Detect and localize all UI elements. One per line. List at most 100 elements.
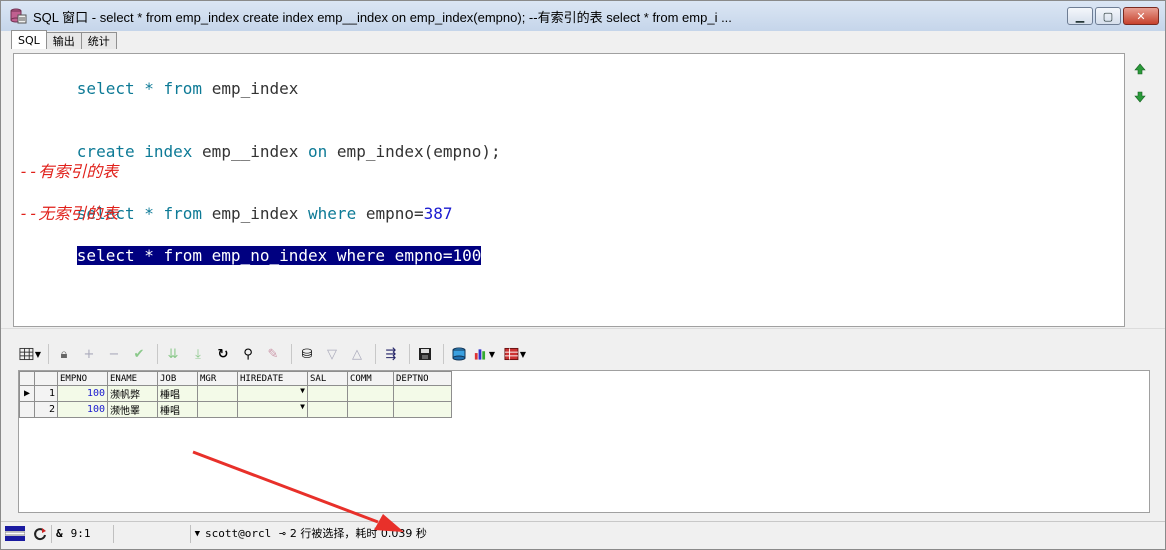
column-header-comm[interactable]: COMM bbox=[347, 371, 394, 386]
export-button[interactable] bbox=[448, 343, 470, 365]
column-header-sal[interactable]: SAL bbox=[307, 371, 348, 386]
cell-comm[interactable] bbox=[347, 401, 394, 418]
last-page-icon: ⤓ bbox=[195, 346, 201, 362]
single-record-view-button[interactable]: ▼ bbox=[504, 343, 526, 365]
arrow-up-icon[interactable] bbox=[1133, 62, 1147, 76]
cell-comm[interactable] bbox=[347, 385, 394, 402]
column-header-deptno[interactable]: DEPTNO bbox=[393, 371, 452, 386]
substitution-variable-indicator[interactable]: & bbox=[52, 525, 67, 543]
cell-deptno[interactable] bbox=[393, 401, 452, 418]
cell-ename[interactable]: 濒帆弊 bbox=[107, 385, 158, 402]
refresh-button[interactable]: ↻ bbox=[212, 343, 234, 365]
cell-sal[interactable] bbox=[307, 401, 348, 418]
column-header-mgr[interactable]: MGR bbox=[197, 371, 238, 386]
filter-icon: ⛁ bbox=[301, 346, 313, 362]
column-header-empno[interactable]: EMPNO bbox=[57, 371, 108, 386]
tab-sql[interactable]: SQL bbox=[11, 30, 47, 49]
fetch-last-button[interactable]: ⤓ bbox=[187, 343, 209, 365]
selected-text: select * from emp_no_index where empno=1… bbox=[76, 246, 482, 265]
cell-mgr[interactable] bbox=[197, 385, 238, 402]
insert-record-button[interactable]: + bbox=[78, 343, 100, 365]
triangle-down-icon: ▽ bbox=[327, 346, 337, 362]
lock-button[interactable]: 🔒︎ bbox=[53, 343, 75, 365]
comment-unindexed-table: --无索引的表 bbox=[19, 204, 119, 223]
clear-button[interactable]: ✎ bbox=[262, 343, 284, 365]
bar-chart-icon bbox=[474, 349, 486, 360]
cell-job[interactable]: 棰唱 bbox=[157, 401, 198, 418]
comment-indexed-table: --有索引的表 bbox=[19, 162, 119, 181]
chevron-down-icon: ▼ bbox=[194, 529, 201, 539]
floppy-icon bbox=[419, 348, 431, 360]
check-icon: ✔ bbox=[133, 346, 145, 362]
window-layout-icon bbox=[5, 526, 25, 541]
refresh-icon: ↻ bbox=[217, 346, 229, 362]
tab-bar: SQL 输出 统计 bbox=[11, 30, 117, 50]
cell-mgr[interactable] bbox=[197, 401, 238, 418]
fetch-next-button[interactable]: ⇊ bbox=[162, 343, 184, 365]
cell-sal[interactable] bbox=[307, 385, 348, 402]
sql-window: SQL 窗口 - select * from emp_index create … bbox=[0, 0, 1166, 550]
code-line-1: select * from emp_index bbox=[76, 79, 299, 98]
minimize-button[interactable]: ▁ bbox=[1067, 7, 1093, 25]
sort-down-button[interactable]: ▽ bbox=[321, 343, 343, 365]
window-title: SQL 窗口 - select * from emp_index create … bbox=[33, 9, 732, 25]
arrow-down-icon[interactable] bbox=[1133, 90, 1147, 104]
find-button[interactable]: ⚲ bbox=[237, 343, 259, 365]
connection-selector[interactable]: ▼ scott@orcl bbox=[191, 525, 276, 543]
query-by-example-button[interactable]: ⛁ bbox=[296, 343, 318, 365]
table-row[interactable]: 2 100 濒忚睪 棰唱 ▼ bbox=[19, 401, 452, 418]
layout-button[interactable] bbox=[1, 525, 29, 543]
grid-icon bbox=[19, 347, 34, 361]
delete-record-button[interactable]: − bbox=[103, 343, 125, 365]
sort-up-button[interactable]: △ bbox=[346, 343, 368, 365]
save-button[interactable] bbox=[414, 343, 436, 365]
code-line-indexed-select: select * from emp_index where empno=387 bbox=[76, 204, 453, 223]
message-area: ⊸ 2 行被选择，耗时 0.039 秒 bbox=[275, 525, 431, 543]
database-icon bbox=[9, 7, 27, 25]
minus-icon: − bbox=[108, 346, 120, 362]
dropdown-icon[interactable]: ▼ bbox=[300, 387, 305, 396]
title-bar[interactable]: SQL 窗口 - select * from emp_index create … bbox=[1, 1, 1165, 31]
row-indicator-header bbox=[19, 371, 35, 386]
execution-mode-button[interactable] bbox=[29, 525, 51, 543]
code-line-selected: select * from emp_no_index where empno=1… bbox=[19, 224, 482, 265]
cell-hiredate[interactable]: ▼ bbox=[237, 401, 308, 418]
cell-empno[interactable]: 100 bbox=[57, 385, 108, 402]
database-export-icon bbox=[452, 347, 466, 361]
cell-ename[interactable]: 濒忚睪 bbox=[107, 401, 158, 418]
tab-output[interactable]: 输出 bbox=[45, 32, 82, 49]
status-bar: & 9:1 ▼ scott@orcl ⊸ 2 行被选择，耗时 0.039 秒 bbox=[1, 521, 1165, 546]
result-grid[interactable]: EMPNO ENAME JOB MGR HIREDATE SAL COMM DE… bbox=[18, 370, 1150, 513]
column-header-ename[interactable]: ENAME bbox=[107, 371, 158, 386]
cell-job[interactable]: 棰唱 bbox=[157, 385, 198, 402]
splitter[interactable] bbox=[1, 328, 1165, 333]
column-header-hiredate[interactable]: HIREDATE bbox=[237, 371, 308, 386]
row-number-header bbox=[34, 371, 58, 386]
triangle-up-icon: △ bbox=[352, 346, 362, 362]
cell-hiredate[interactable]: ▼ bbox=[237, 385, 308, 402]
close-button[interactable]: ✕ bbox=[1123, 7, 1159, 25]
double-down-icon: ⇊ bbox=[167, 346, 179, 362]
table-icon bbox=[504, 347, 519, 361]
dropdown-icon[interactable]: ▼ bbox=[300, 403, 305, 412]
grid-view-button[interactable]: ▼ bbox=[19, 343, 41, 365]
column-header-job[interactable]: JOB bbox=[157, 371, 198, 386]
maximize-button[interactable]: ▢ bbox=[1095, 7, 1121, 25]
refresh-red-icon bbox=[34, 528, 46, 541]
result-table: EMPNO ENAME JOB MGR HIREDATE SAL COMM DE… bbox=[19, 371, 452, 418]
cell-deptno[interactable] bbox=[393, 385, 452, 402]
sql-editor[interactable]: select * from emp_index create index emp… bbox=[13, 53, 1125, 327]
lock-icon: 🔒︎ bbox=[60, 346, 68, 362]
result-toolbar: ▼ 🔒︎ + − ✔ ⇊ ⤓ ↻ ⚲ ✎ ⛁ ▽ △ ⇶ ▼ ▼ bbox=[19, 341, 529, 367]
chart-button[interactable]: ▼ bbox=[473, 343, 495, 365]
table-row[interactable]: ▶ 1 100 濒帆弊 棰唱 ▼ bbox=[19, 385, 452, 402]
tab-statistics[interactable]: 统计 bbox=[80, 32, 117, 49]
row-number: 1 bbox=[34, 385, 58, 402]
tree-icon: ⇶ bbox=[385, 346, 397, 362]
post-changes-button[interactable]: ✔ bbox=[128, 343, 150, 365]
cell-empno[interactable]: 100 bbox=[57, 401, 108, 418]
link-button[interactable]: ⇶ bbox=[380, 343, 402, 365]
row-indicator bbox=[19, 401, 35, 418]
connection-label: scott@orcl bbox=[205, 527, 272, 540]
row-number: 2 bbox=[34, 401, 58, 418]
